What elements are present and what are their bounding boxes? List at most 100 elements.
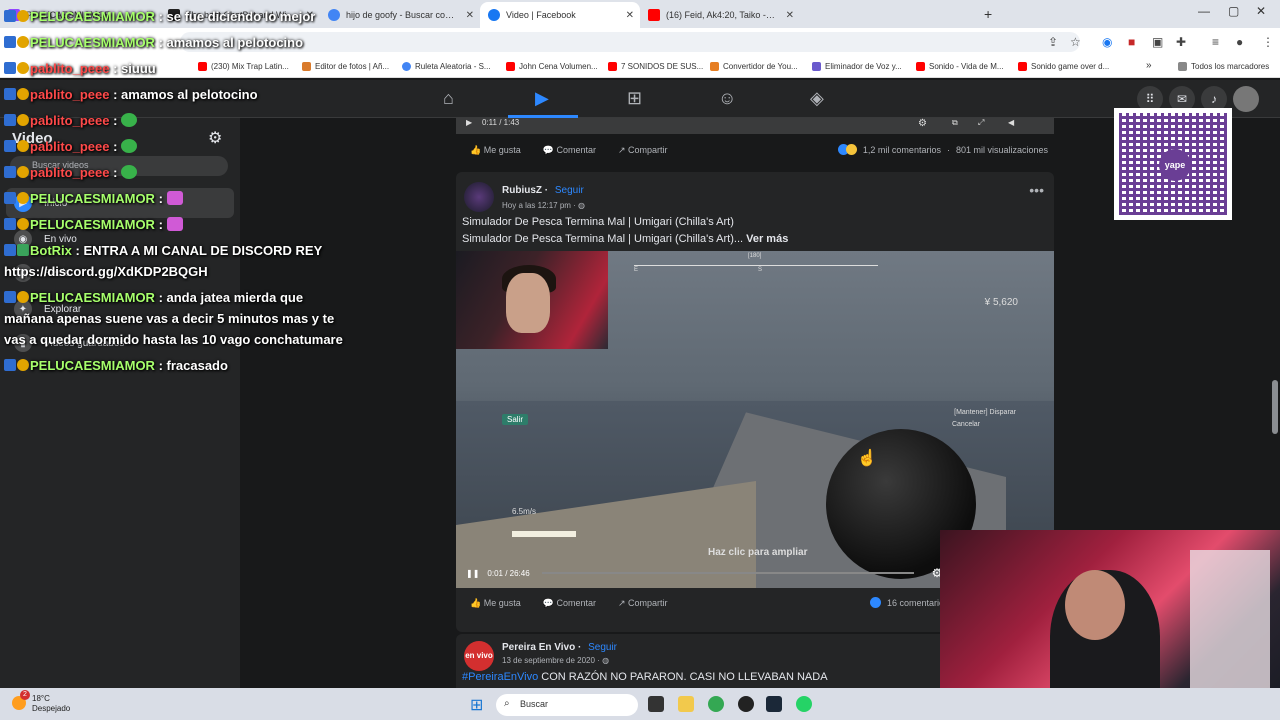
- comments-count[interactable]: 1,2 mil comentarios: [863, 145, 941, 155]
- video-progress-track[interactable]: [541, 572, 914, 574]
- play-icon[interactable]: ▶: [466, 118, 472, 127]
- emote-icon: [121, 165, 138, 179]
- haha-reaction-icon: [845, 144, 857, 155]
- chat-message: PELUCAESMIAMOR :: [4, 188, 344, 209]
- badge-icon: [17, 291, 29, 303]
- minimize-icon[interactable]: —: [1198, 4, 1210, 18]
- chat-message: PELUCAESMIAMOR : se fue diciendo lo mejo…: [4, 6, 344, 27]
- pip-icon[interactable]: ⧉: [952, 118, 958, 128]
- badge-icon: [17, 88, 29, 100]
- yape-logo: yape: [1159, 149, 1191, 181]
- see-more-link[interactable]: Ver más: [746, 233, 788, 245]
- like-button[interactable]: 👍 Me gusta: [470, 145, 521, 156]
- whatsapp-icon[interactable]: [796, 696, 812, 712]
- bookmark-item[interactable]: John Cena Volumen...: [506, 62, 598, 71]
- bookmark-item[interactable]: Sonido game over d...: [1018, 62, 1109, 71]
- new-tab-icon[interactable]: +: [984, 6, 992, 22]
- temperature: 18°C: [32, 694, 50, 703]
- bookmark-star-icon[interactable]: ☆: [1070, 35, 1081, 49]
- chat-message: pablito_peee :: [4, 110, 344, 131]
- chat-message: pablito_peee :: [4, 162, 344, 183]
- taskbar-search[interactable]: ⌕ Buscar: [496, 694, 638, 716]
- webcam-background-cabinet: [1190, 550, 1270, 700]
- groups-icon[interactable]: ☺: [718, 88, 736, 109]
- badge-icon: [17, 10, 29, 22]
- chat-message: pablito_peee :: [4, 136, 344, 157]
- chat-message: pablito_peee : amamos al pelotocino: [4, 84, 344, 105]
- bookmark-item[interactable]: Sonido - Vida de M...: [916, 62, 1004, 71]
- bookmark-item[interactable]: 7 SONIDOS DE SUS...: [608, 62, 703, 71]
- hashtag-link[interactable]: #PereiraEnVivo: [462, 671, 538, 683]
- share-button[interactable]: ↗ Compartir: [618, 145, 668, 156]
- obs-icon[interactable]: [738, 696, 754, 712]
- top-video-player[interactable]: ▶ 0:11 / 1:43 ⚙ ⧉ ⤢ ◀: [456, 118, 1054, 134]
- video-icon[interactable]: ▶: [535, 88, 549, 109]
- all-bookmarks[interactable]: Todos los marcadores: [1178, 62, 1269, 71]
- marketplace-icon[interactable]: ⊞: [627, 88, 642, 109]
- weather-widget[interactable]: 2 18°C Despejado: [12, 690, 70, 714]
- pause-icon[interactable]: ❚❚: [466, 569, 479, 578]
- mute-icon[interactable]: ◀: [1008, 118, 1014, 127]
- badge-icon: [4, 291, 16, 303]
- badge-icon: [4, 359, 16, 371]
- bookmark-item[interactable]: Convertidor de You...: [710, 62, 798, 71]
- task-view-icon[interactable]: [648, 696, 664, 712]
- views-count: 801 mil visualizaciones: [955, 144, 1048, 155]
- compass-value: [180]: [748, 253, 762, 259]
- close-window-icon[interactable]: ✕: [1256, 4, 1266, 18]
- post-author[interactable]: Pereira En Vivo · Seguir: [502, 642, 617, 653]
- scrollbar[interactable]: [1272, 380, 1278, 434]
- badge-icon: [4, 88, 16, 100]
- qr-pattern: yape: [1119, 113, 1227, 215]
- bookmark-item[interactable]: Eliminador de Voz y...: [812, 62, 902, 71]
- maximize-icon[interactable]: ▢: [1228, 4, 1239, 18]
- windows-taskbar: 2 18°C Despejado ⊞ ⌕ Buscar: [0, 688, 1280, 720]
- browser-tab[interactable]: (16) Feid, Ak4:20, Taiko - Malibu✕: [640, 2, 800, 28]
- like-button[interactable]: 👍 Me gusta: [470, 598, 521, 609]
- avatar[interactable]: en vivo: [464, 641, 494, 671]
- settings-icon[interactable]: ⚙: [918, 118, 927, 129]
- bookmark-item[interactable]: Ruleta Aleatoria - S...: [402, 62, 491, 71]
- steam-icon[interactable]: [766, 696, 782, 712]
- post-author[interactable]: RubiusZ · Seguir: [502, 185, 584, 196]
- comment-button[interactable]: 💬 Comentar: [543, 145, 596, 156]
- streamer-facecam: [456, 251, 608, 349]
- install-icon[interactable]: ⇪: [1048, 35, 1058, 49]
- profile-icon[interactable]: ●: [1236, 35, 1243, 49]
- close-tab-icon[interactable]: ✕: [786, 10, 794, 21]
- menu-icon[interactable]: ⋮: [1262, 35, 1274, 49]
- avatar[interactable]: [464, 182, 494, 212]
- follow-button[interactable]: Seguir: [555, 185, 584, 196]
- chat-message: pablito_peee : siuuu: [4, 58, 344, 79]
- browser-tab[interactable]: hijo de goofy - Buscar con Goo✕: [320, 2, 480, 28]
- globe-icon: ◍: [578, 201, 586, 210]
- stream-chat-overlay: PELUCAESMIAMOR : se fue diciendo lo mejo…: [4, 6, 344, 381]
- extension-icon[interactable]: ◉: [1102, 35, 1112, 49]
- home-icon[interactable]: ⌂: [443, 88, 454, 109]
- more-options-icon[interactable]: •••: [1029, 182, 1044, 198]
- chrome-icon[interactable]: [708, 696, 724, 712]
- windows-start-icon[interactable]: ⊞: [470, 695, 483, 715]
- post-actions: 👍 Me gusta 💬 Comentar ↗ Compartir: [470, 593, 690, 613]
- chevron-right-icon[interactable]: »: [1146, 60, 1152, 71]
- extensions-puzzle-icon[interactable]: ✚: [1176, 35, 1186, 49]
- browser-tab-active[interactable]: Video | Facebook ✕: [480, 2, 640, 28]
- badge-icon: [4, 10, 16, 22]
- avatar[interactable]: [1233, 86, 1259, 112]
- extension-icon[interactable]: ▣: [1152, 35, 1163, 49]
- media-icon[interactable]: ≡: [1212, 35, 1219, 49]
- file-explorer-icon[interactable]: [678, 696, 694, 712]
- share-button[interactable]: ↗ Compartir: [618, 598, 668, 609]
- follow-button[interactable]: Seguir: [588, 642, 617, 653]
- badge-icon: [17, 36, 29, 48]
- gaming-icon[interactable]: ◈: [810, 88, 824, 109]
- comment-button[interactable]: 💬 Comentar: [543, 598, 596, 609]
- fullscreen-icon[interactable]: ⤢: [978, 118, 984, 128]
- post-title: Simulador De Pesca Termina Mal | Umigari…: [462, 216, 734, 228]
- close-tab-icon[interactable]: ✕: [626, 10, 634, 21]
- extension-icon[interactable]: ■: [1128, 35, 1135, 49]
- game-money: ¥ 5,620: [984, 297, 1018, 308]
- video-time: 0:01 / 26:46: [487, 568, 530, 578]
- close-tab-icon[interactable]: ✕: [466, 10, 474, 21]
- badge-icon: [17, 114, 29, 126]
